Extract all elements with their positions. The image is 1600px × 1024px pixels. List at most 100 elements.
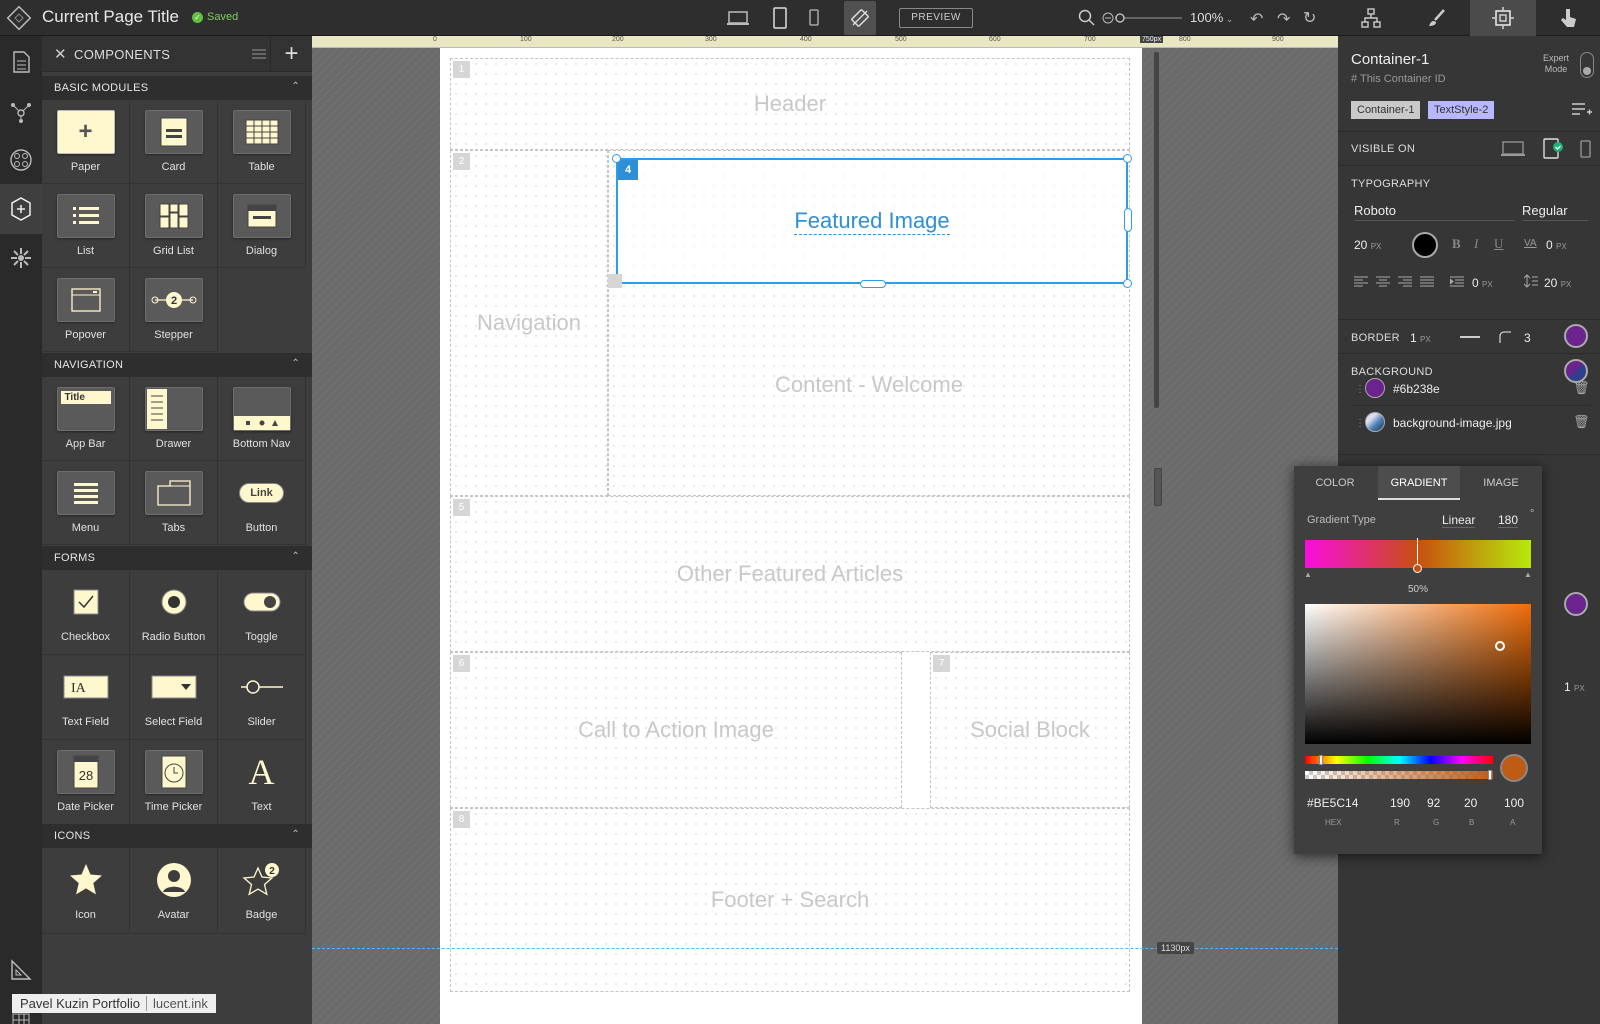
letter-spacing-input[interactable]: 0 PX: [1546, 238, 1567, 252]
component-text-field[interactable]: IA Text Field: [42, 655, 130, 740]
section-icons[interactable]: ICONS ⌃: [42, 824, 312, 848]
components-icon[interactable]: [0, 184, 42, 234]
component-list[interactable]: List: [42, 184, 130, 268]
component-toggle[interactable]: Toggle: [218, 570, 306, 655]
align-right-icon[interactable]: [1398, 276, 1412, 291]
resize-handle-s[interactable]: [860, 280, 886, 288]
phone-device-button[interactable]: [800, 5, 828, 31]
hue-slider[interactable]: [1305, 756, 1493, 764]
sitemap-tab[interactable]: [1338, 0, 1404, 36]
indent-icon[interactable]: [1449, 276, 1464, 291]
canvas-area[interactable]: 0 100 200 300 400 500 600 700 750px 800 …: [312, 36, 1338, 1024]
brush-tab[interactable]: [1404, 0, 1470, 36]
vertical-scrollbar[interactable]: [1154, 52, 1159, 408]
block-social[interactable]: 7 Social Block: [930, 652, 1130, 808]
settings-icon[interactable]: [0, 234, 42, 282]
indent-input[interactable]: 0 PX: [1472, 276, 1493, 290]
add-class-icon[interactable]: [1572, 101, 1592, 120]
theme-icon[interactable]: [0, 136, 42, 184]
italic-icon[interactable]: I: [1474, 236, 1478, 252]
refresh-icon[interactable]: ↻: [1303, 8, 1316, 28]
list-menu-icon[interactable]: [252, 48, 266, 63]
alpha-input[interactable]: 100: [1504, 796, 1524, 810]
gradient-stop-handle[interactable]: [1413, 564, 1422, 573]
tab-color[interactable]: COLOR: [1294, 466, 1376, 500]
component-bottom-nav[interactable]: Bottom Nav: [218, 377, 306, 461]
zoom-slider[interactable]: [1102, 10, 1184, 29]
align-center-icon[interactable]: [1376, 276, 1390, 291]
green-input[interactable]: 92: [1427, 796, 1440, 810]
block-featured-image-selected[interactable]: 4 Featured Image: [616, 158, 1128, 284]
preview-button[interactable]: PREVIEW: [899, 8, 973, 28]
component-tabs[interactable]: Tabs: [130, 461, 218, 545]
red-input[interactable]: 190: [1390, 796, 1410, 810]
component-badge[interactable]: 2 Badge: [218, 848, 306, 934]
border-color-swatch[interactable]: [1564, 324, 1588, 348]
bg-layer-image[interactable]: ⋮ background-image.jpg 🗑: [1351, 406, 1591, 440]
expert-mode-toggle[interactable]: [1580, 52, 1594, 78]
component-drawer[interactable]: Drawer: [130, 377, 218, 461]
tab-gradient[interactable]: GRADIENT: [1378, 466, 1460, 500]
hue-handle[interactable]: [1319, 755, 1323, 765]
alpha-handle[interactable]: [1488, 770, 1492, 780]
block-header[interactable]: 1 Header: [450, 58, 1130, 150]
component-avatar[interactable]: Avatar: [130, 848, 218, 934]
component-app-bar[interactable]: Title App Bar: [42, 377, 130, 461]
block-navigation[interactable]: 2 Navigation: [450, 150, 608, 496]
redo-icon[interactable]: ↷: [1277, 9, 1290, 29]
color-swatch-hidden[interactable]: [1564, 592, 1588, 616]
section-forms[interactable]: FORMS ⌃: [42, 546, 312, 570]
canvas-resize-grip[interactable]: [1154, 468, 1162, 506]
stop-start-marker[interactable]: ▲: [1304, 570, 1312, 579]
component-paper[interactable]: + Paper: [42, 100, 130, 184]
saturation-cursor[interactable]: [1495, 641, 1505, 651]
logo-icon[interactable]: [6, 5, 32, 31]
hex-input[interactable]: #BE5C14: [1307, 796, 1358, 810]
chip-container[interactable]: Container-1: [1351, 101, 1421, 119]
visible-phone-icon[interactable]: [1580, 140, 1592, 161]
component-dialog[interactable]: Dialog: [218, 184, 306, 268]
component-icon[interactable]: Icon: [42, 848, 130, 934]
font-family-select[interactable]: Roboto: [1354, 203, 1514, 221]
border-style-icon[interactable]: [1460, 336, 1480, 338]
resize-handle-nw[interactable]: [612, 154, 621, 163]
component-checkbox[interactable]: Checkbox: [42, 570, 130, 655]
touch-tab[interactable]: [1536, 0, 1600, 36]
font-weight-select[interactable]: Regular: [1522, 203, 1588, 221]
page-title[interactable]: Current Page Title: [42, 7, 179, 27]
resize-handle-se[interactable]: [1123, 279, 1132, 288]
undo-icon[interactable]: ↶: [1250, 9, 1263, 29]
chip-textstyle[interactable]: TextStyle-2: [1428, 101, 1495, 119]
line-height-icon[interactable]: [1523, 274, 1538, 291]
search-icon[interactable]: [1078, 9, 1096, 30]
align-justify-icon[interactable]: [1420, 276, 1434, 291]
delete-icon[interactable]: 🗑: [1573, 414, 1590, 430]
pages-icon[interactable]: [0, 38, 42, 86]
component-stepper[interactable]: 2 Stepper: [130, 268, 218, 352]
visible-laptop-icon[interactable]: [1500, 140, 1526, 161]
bg-color-swatch[interactable]: [1365, 378, 1385, 398]
component-text[interactable]: A Text: [218, 740, 306, 825]
component-select-field[interactable]: Select Field: [130, 655, 218, 740]
alpha-slider[interactable]: [1305, 771, 1493, 779]
align-left-icon[interactable]: [1354, 276, 1368, 291]
container-id-field[interactable]: # This Container ID: [1351, 73, 1446, 85]
section-navigation[interactable]: NAVIGATION ⌃: [42, 353, 312, 377]
component-slider[interactable]: Slider: [218, 655, 306, 740]
close-icon[interactable]: ✕: [54, 45, 67, 63]
border-width-input[interactable]: 1 PX: [1410, 331, 1431, 345]
block-footer-search[interactable]: 8 Footer + Search: [450, 808, 1130, 992]
radius-icon[interactable]: [1498, 330, 1512, 347]
component-time-picker[interactable]: Time Picker: [130, 740, 218, 825]
zoom-level[interactable]: 100% ⌄: [1190, 10, 1233, 25]
underline-icon[interactable]: U: [1494, 236, 1503, 252]
component-radio-button[interactable]: Radio Button: [130, 570, 218, 655]
gradient-angle-input[interactable]: 180: [1498, 513, 1519, 528]
laptop-device-button[interactable]: [724, 5, 752, 31]
line-height-input[interactable]: 20 PX: [1544, 276, 1571, 290]
component-table[interactable]: Table: [218, 100, 306, 184]
bg-layer-color[interactable]: ⋮ #6b238e 🗑: [1351, 372, 1591, 406]
delete-icon[interactable]: 🗑: [1573, 380, 1590, 396]
resize-handle-e[interactable]: [1124, 208, 1132, 232]
value-input[interactable]: 1 PX: [1564, 680, 1585, 694]
